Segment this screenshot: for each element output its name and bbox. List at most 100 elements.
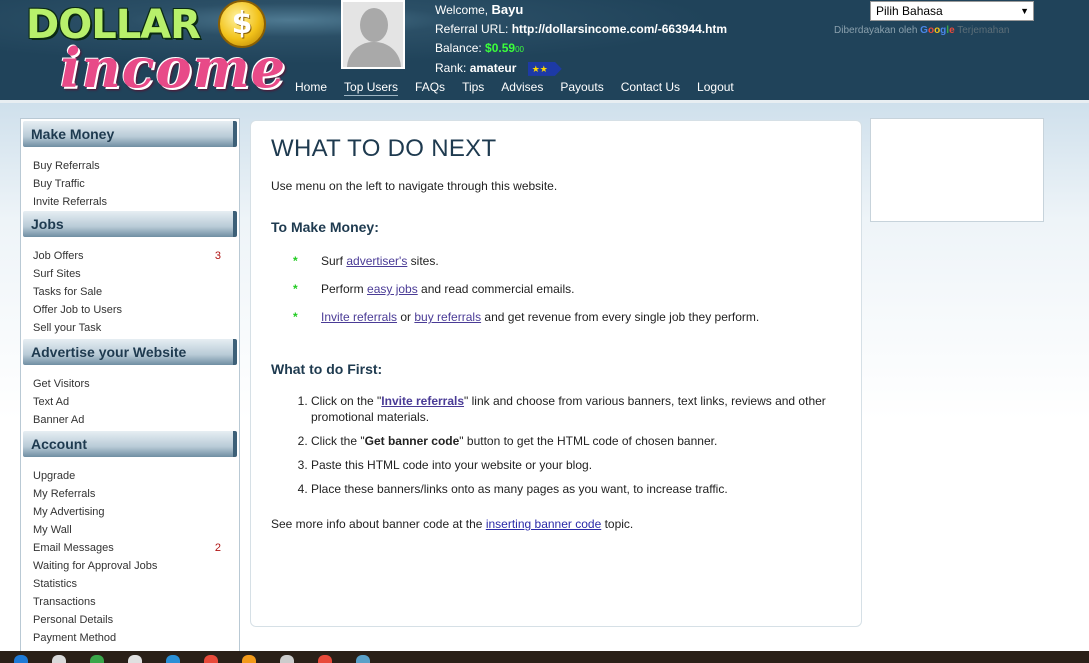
- sidebar-item-payment-method[interactable]: Payment Method: [21, 629, 239, 647]
- money1-pre: Surf: [321, 254, 347, 268]
- language-select[interactable]: Pilih Bahasa ▼: [870, 1, 1034, 21]
- step-item: Click on the "Invite referrals" link and…: [311, 393, 841, 425]
- sidebar-item-label: My Advertising: [33, 506, 105, 518]
- taskbar-app-icon[interactable]: [166, 655, 180, 663]
- taskbar-app-icon[interactable]: [280, 655, 294, 663]
- nav-tips[interactable]: Tips: [462, 79, 484, 96]
- money1-post: sites.: [407, 254, 439, 268]
- what-first-heading: What to do First:: [271, 361, 383, 377]
- sidebar-item-label: My Referrals: [33, 488, 96, 500]
- sidebar-item-label: Sell your Task: [33, 322, 102, 334]
- nav-logout[interactable]: Logout: [697, 79, 734, 96]
- sidebar-item-label: Waiting for Approval Jobs: [33, 560, 158, 572]
- sidebar-item-waiting-approval[interactable]: Waiting for Approval Jobs: [21, 557, 239, 575]
- step2-post: " button to get the HTML code of chosen …: [459, 434, 718, 448]
- taskbar-app-icon[interactable]: [14, 655, 28, 663]
- rank-star-badge-icon: ★★: [527, 61, 562, 76]
- make-money-list: * Surf advertiser's sites. * Perform eas…: [271, 253, 841, 337]
- list-item: * Invite referrals or buy referrals and …: [271, 309, 841, 337]
- header-divider: [0, 100, 1089, 103]
- steps-list: Click on the "Invite referrals" link and…: [271, 393, 841, 497]
- avatar-body-shape: [347, 42, 401, 67]
- avatar[interactable]: [341, 0, 405, 69]
- sidebar-item-get-visitors[interactable]: Get Visitors: [21, 375, 239, 393]
- sidebar-item-label: Upgrade: [33, 470, 76, 482]
- taskbar-app-icon[interactable]: [52, 655, 66, 663]
- sidebar-heading-advertise: Advertise your Website: [23, 339, 237, 365]
- see-more-pre: See more info about banner code at the: [271, 517, 486, 531]
- nav-faqs[interactable]: FAQs: [415, 79, 445, 96]
- sidebar-item-text-ad[interactable]: Text Ad: [21, 393, 239, 411]
- sidebar-item-label: Offer Job to Users: [33, 304, 123, 316]
- nav-advises[interactable]: Advises: [501, 79, 543, 96]
- sidebar-heading-account: Account: [23, 431, 237, 457]
- translate-link[interactable]: Terjemahan: [957, 25, 1009, 36]
- sidebar-item-label: My Wall: [33, 524, 72, 536]
- sidebar-item-label: Buy Referrals: [33, 160, 100, 172]
- nav-payouts[interactable]: Payouts: [560, 79, 603, 96]
- list-item: * Surf advertiser's sites.: [271, 253, 841, 281]
- sidebar-item-personal-details[interactable]: Personal Details: [21, 611, 239, 629]
- sidebar-item-upgrade[interactable]: Upgrade: [21, 467, 239, 485]
- taskbar-app-icon[interactable]: [356, 655, 370, 663]
- main-panel: WHAT TO DO NEXT Use menu on the left to …: [250, 120, 862, 627]
- rank-value: amateur: [469, 61, 517, 75]
- taskbar-app-icon[interactable]: [242, 655, 256, 663]
- sidebar-item-offer-job[interactable]: Offer Job to Users: [21, 301, 239, 319]
- sidebar-item-invite-referrals[interactable]: Invite Referrals: [21, 193, 239, 211]
- intro-text: Use menu on the left to navigate through…: [271, 179, 558, 193]
- see-more-text: See more info about banner code at the i…: [271, 517, 841, 531]
- right-ad-box: [870, 118, 1044, 222]
- buy-referrals-link[interactable]: buy referrals: [414, 310, 481, 324]
- nav-top-users[interactable]: Top Users: [344, 79, 399, 96]
- sidebar-item-label: Invite Referrals: [33, 196, 107, 208]
- header: DOLLAR $ income Welcome, Bayu Referral U…: [0, 0, 1089, 103]
- balance-line: Balance: $0.5900: [435, 39, 727, 59]
- sidebar-item-my-wall[interactable]: My Wall: [21, 521, 239, 539]
- taskbar-app-icon[interactable]: [128, 655, 142, 663]
- sidebar-item-label: Tasks for Sale: [33, 286, 103, 298]
- list-item: * Perform easy jobs and read commercial …: [271, 281, 841, 309]
- sidebar-item-job-offers[interactable]: Job Offers 3: [21, 247, 239, 265]
- sidebar-item-buy-traffic[interactable]: Buy Traffic: [21, 175, 239, 193]
- referral-label: Referral URL:: [435, 22, 509, 36]
- bullet-star-icon: *: [293, 254, 298, 268]
- nav-home[interactable]: Home: [295, 79, 327, 96]
- referral-url[interactable]: http://dollarsincome.com/-663944.htm: [512, 22, 727, 36]
- step2-pre: Click the ": [311, 434, 365, 448]
- sidebar-item-my-advertising[interactable]: My Advertising: [21, 503, 239, 521]
- invite-referrals-link[interactable]: Invite referrals: [321, 310, 397, 324]
- sidebar-heading-make-money: Make Money: [23, 121, 237, 147]
- sidebar-item-sell-task[interactable]: Sell your Task: [21, 319, 239, 337]
- sidebar-item-my-referrals[interactable]: My Referrals: [21, 485, 239, 503]
- sidebar-item-label: Banner Ad: [33, 414, 85, 426]
- taskbar-app-icon[interactable]: [90, 655, 104, 663]
- sidebar-item-tasks-for-sale[interactable]: Tasks for Sale: [21, 283, 239, 301]
- money2-post: and read commercial emails.: [417, 282, 575, 296]
- google-logo[interactable]: Google: [920, 25, 954, 36]
- step-item: Paste this HTML code into your website o…: [311, 457, 841, 473]
- email-count-badge: 2: [214, 542, 221, 554]
- sidebar-item-email-messages[interactable]: Email Messages 2: [21, 539, 239, 557]
- sidebar-heading-jobs: Jobs: [23, 211, 237, 237]
- referral-line: Referral URL: http://dollarsincome.com/-…: [435, 20, 727, 39]
- taskbar-app-icon[interactable]: [318, 655, 332, 663]
- nav-contact-us[interactable]: Contact Us: [621, 79, 680, 96]
- username: Bayu: [491, 2, 524, 17]
- make-money-heading: To Make Money:: [271, 219, 379, 235]
- sidebar-item-transactions[interactable]: Transactions: [21, 593, 239, 611]
- inserting-banner-code-link[interactable]: inserting banner code: [486, 517, 601, 531]
- sidebar-item-statistics[interactable]: Statistics: [21, 575, 239, 593]
- sidebar-item-banner-ad[interactable]: Banner Ad: [21, 411, 239, 429]
- powered-by-label: Diberdayakan oleh: [834, 25, 918, 36]
- site-logo[interactable]: DOLLAR $ income: [22, 0, 285, 100]
- taskbar-app-icon[interactable]: [204, 655, 218, 663]
- sidebar-item-surf-sites[interactable]: Surf Sites: [21, 265, 239, 283]
- easy-jobs-link[interactable]: easy jobs: [367, 282, 418, 296]
- step-invite-referrals-link[interactable]: Invite referrals: [381, 394, 464, 408]
- get-banner-code-label: Get banner code: [364, 434, 460, 448]
- sidebar-item-buy-referrals[interactable]: Buy Referrals: [21, 157, 239, 175]
- sidebar-item-label: Get Visitors: [33, 378, 90, 390]
- advertisers-link[interactable]: advertiser's: [346, 254, 407, 268]
- rank-line: Rank: amateur ★★: [435, 59, 727, 78]
